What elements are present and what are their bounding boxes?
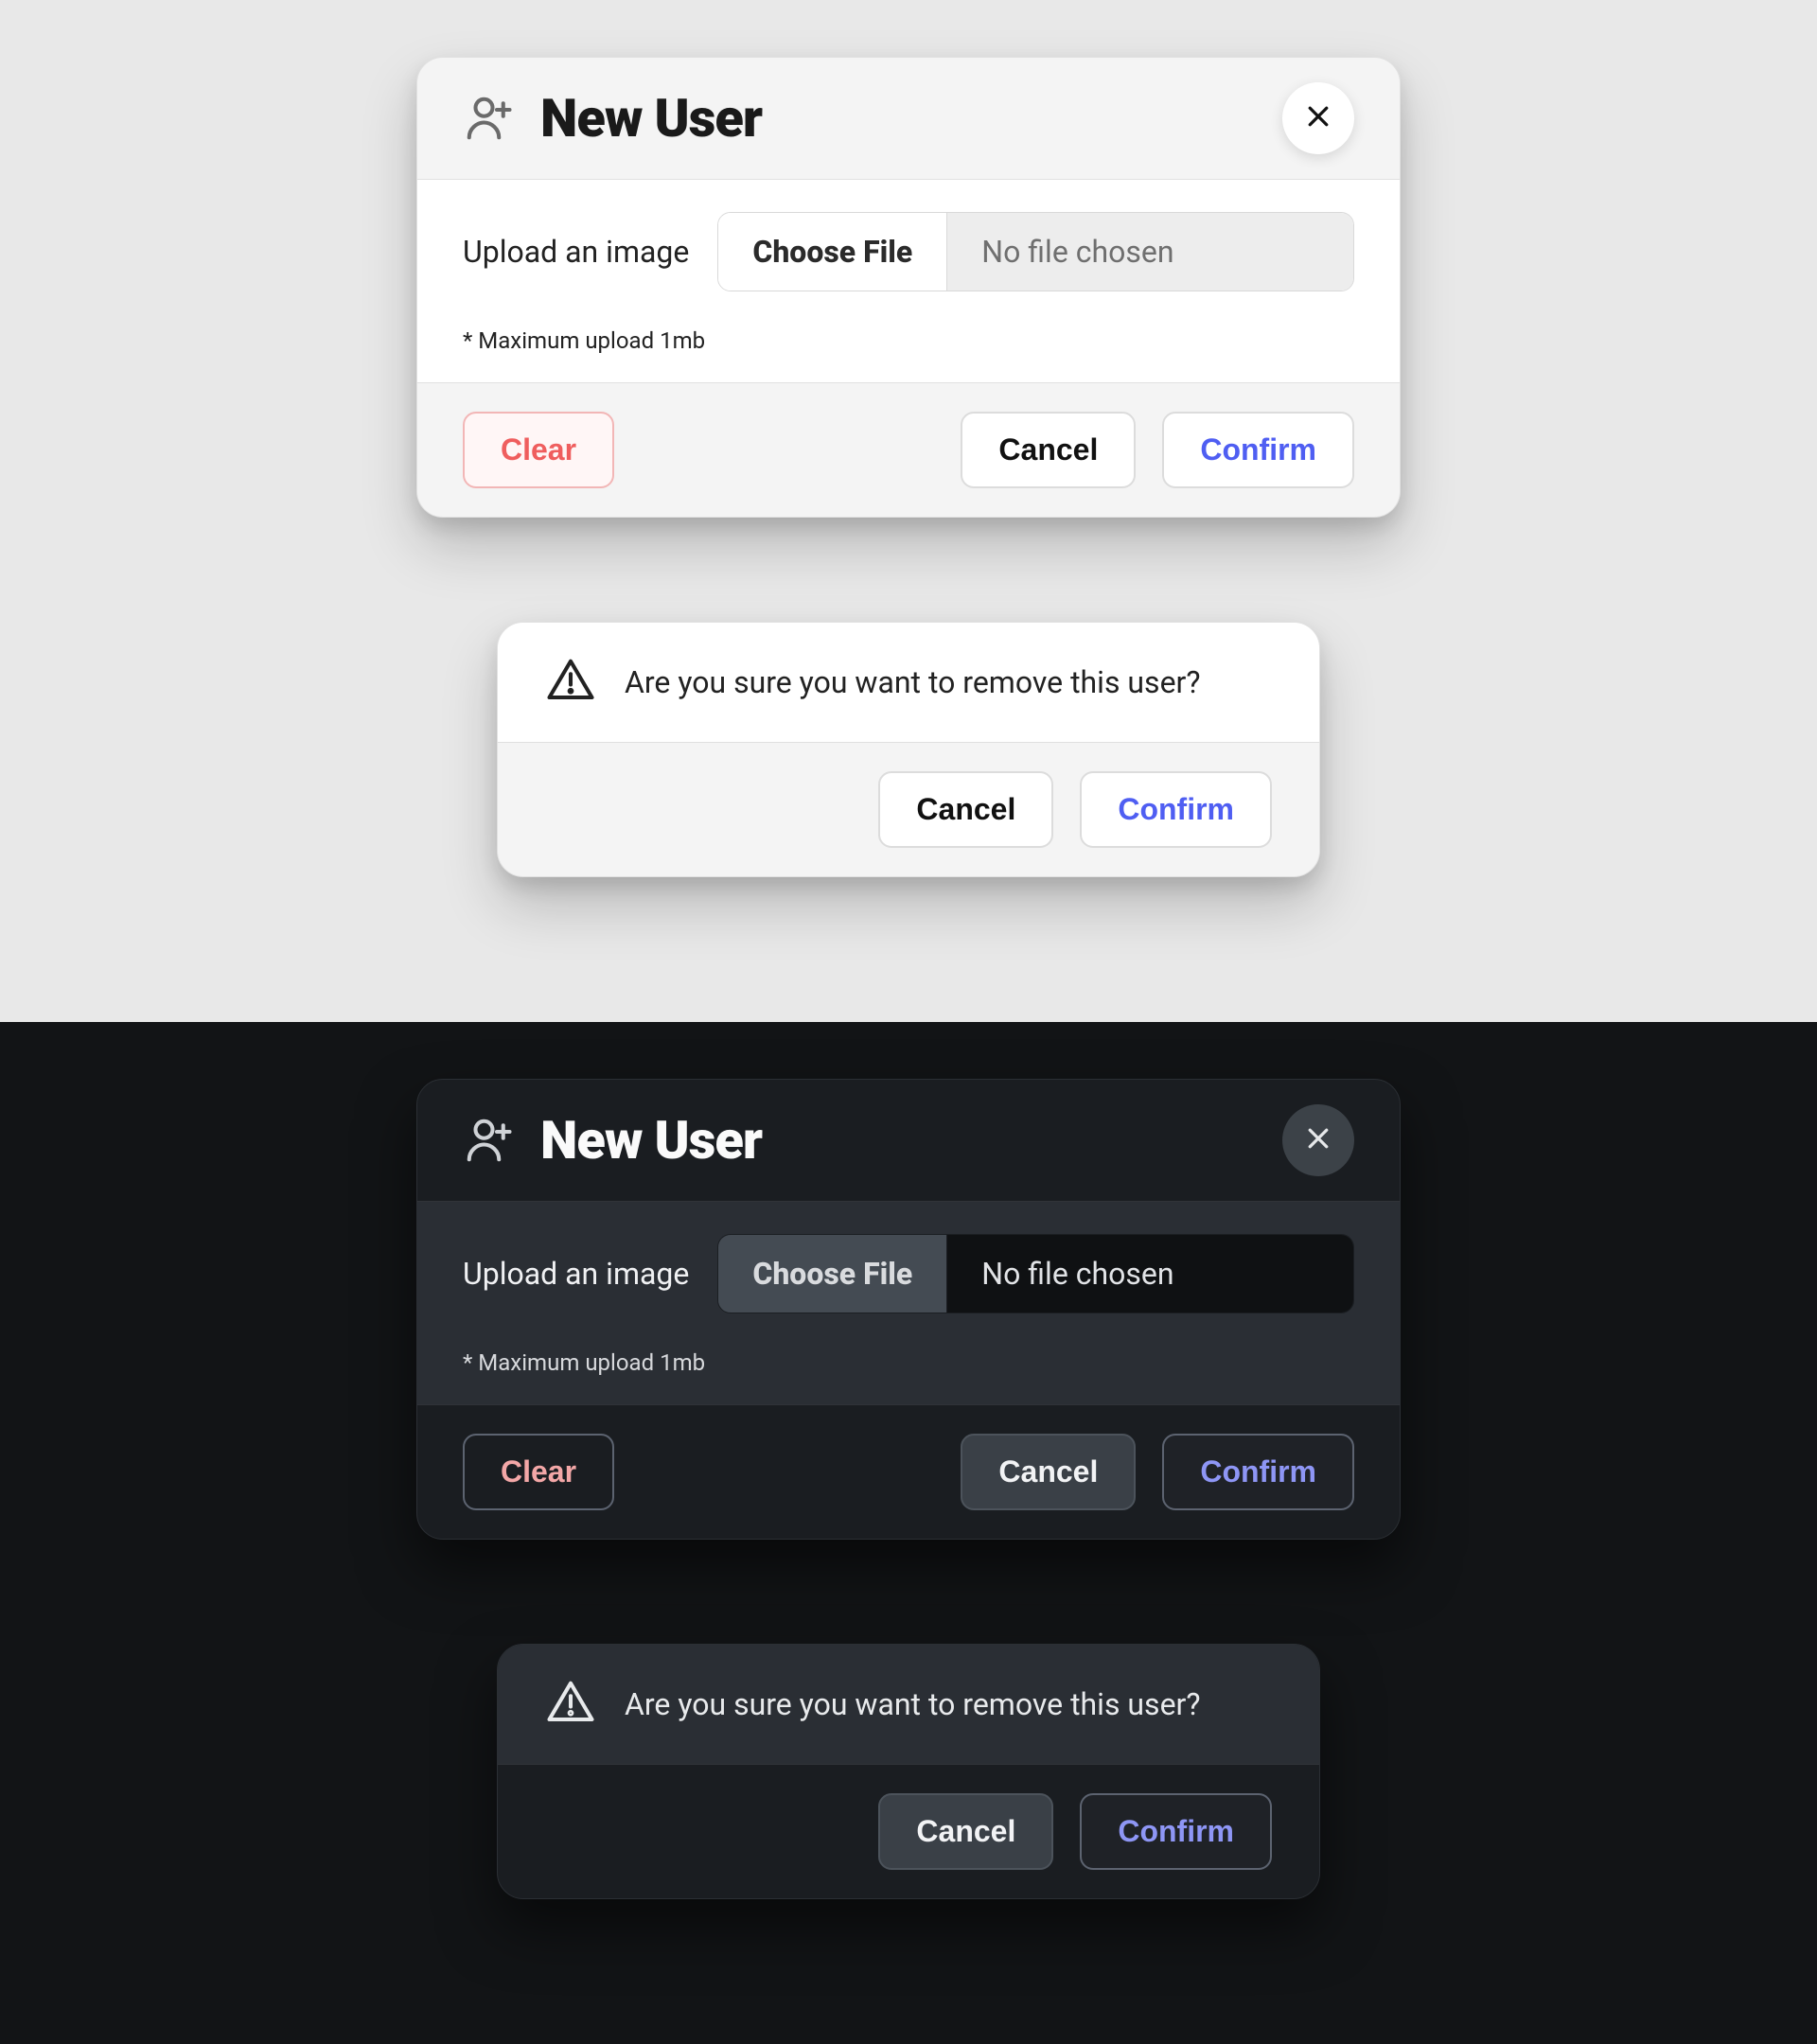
close-icon (1304, 102, 1332, 134)
warning-icon (545, 655, 596, 710)
confirm-button[interactable]: Confirm (1162, 412, 1354, 488)
remove-user-modal: Are you sure you want to remove this use… (497, 1644, 1320, 1899)
close-icon (1304, 1124, 1332, 1156)
cancel-button[interactable]: Cancel (878, 1793, 1053, 1870)
upload-label: Upload an image (463, 234, 689, 270)
upload-hint: * Maximum upload 1mb (463, 327, 1354, 354)
add-user-icon (463, 1115, 514, 1166)
clear-button[interactable]: Clear (463, 1434, 614, 1510)
close-button[interactable] (1282, 1104, 1354, 1176)
new-user-modal: New User Upload an image Choose File No … (416, 1079, 1401, 1540)
file-input[interactable]: Choose File No file chosen (717, 1234, 1354, 1313)
modal-header: New User (417, 58, 1400, 180)
modal-header: New User (417, 1080, 1400, 1202)
upload-label: Upload an image (463, 1256, 689, 1292)
confirm-button[interactable]: Confirm (1080, 1793, 1272, 1870)
clear-button[interactable]: Clear (463, 412, 614, 488)
file-input[interactable]: Choose File No file chosen (717, 212, 1354, 291)
remove-user-modal: Are you sure you want to remove this use… (497, 622, 1320, 877)
file-name-display: No file chosen (947, 1235, 1353, 1313)
warning-icon (545, 1677, 596, 1732)
modal-body: Upload an image Choose File No file chos… (417, 1202, 1400, 1405)
choose-file-button[interactable]: Choose File (718, 213, 947, 291)
confirm-message: Are you sure you want to remove this use… (625, 664, 1201, 700)
modal-title: New User (540, 1109, 1256, 1172)
choose-file-button[interactable]: Choose File (718, 1235, 947, 1313)
modal-title: New User (540, 87, 1256, 150)
cancel-button[interactable]: Cancel (878, 771, 1053, 848)
add-user-icon (463, 93, 514, 144)
modal-body: Upload an image Choose File No file chos… (417, 180, 1400, 383)
modal-footer: Clear Cancel Confirm (417, 1405, 1400, 1539)
confirm-message: Are you sure you want to remove this use… (625, 1686, 1201, 1722)
cancel-button[interactable]: Cancel (961, 1434, 1136, 1510)
file-name-display: No file chosen (947, 213, 1353, 291)
confirm-button[interactable]: Confirm (1080, 771, 1272, 848)
confirm-button[interactable]: Confirm (1162, 1434, 1354, 1510)
modal-footer: Clear Cancel Confirm (417, 383, 1400, 517)
new-user-modal: New User Upload an image Choose File No … (416, 57, 1401, 518)
close-button[interactable] (1282, 82, 1354, 154)
cancel-button[interactable]: Cancel (961, 412, 1136, 488)
upload-hint: * Maximum upload 1mb (463, 1349, 1354, 1376)
